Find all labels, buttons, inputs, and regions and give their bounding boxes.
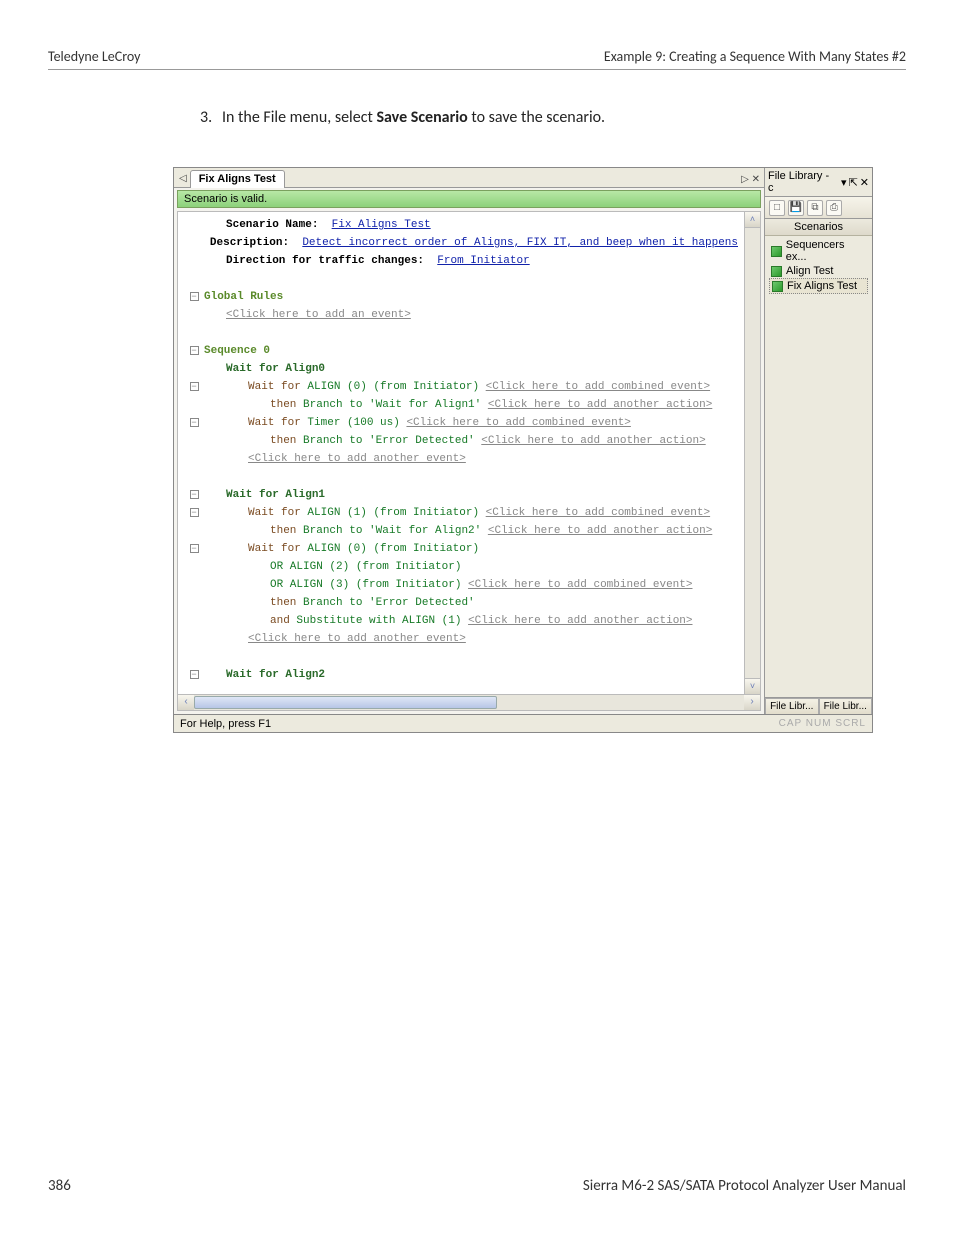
scroll-right-icon[interactable]: › bbox=[744, 695, 760, 710]
new-icon[interactable]: □ bbox=[769, 200, 785, 216]
manual-title: Sierra M6-2 SAS/SATA Protocol Analyzer U… bbox=[583, 1177, 906, 1195]
side-tab[interactable]: File Libr... bbox=[819, 698, 873, 714]
scenarios-header[interactable]: Scenarios bbox=[765, 219, 872, 236]
collapse-icon[interactable]: − bbox=[184, 666, 204, 684]
side-toolbar: □ 💾 ⧉ ⎙ bbox=[765, 197, 872, 219]
copy-icon[interactable]: ⧉ bbox=[807, 200, 823, 216]
screenshot: ◁ Fix Aligns Test ▷ ✕ Scenario is valid.… bbox=[173, 167, 873, 733]
page-header: Teledyne LeCroy Example 9: Creating a Se… bbox=[48, 48, 906, 70]
scenario-icon bbox=[772, 281, 783, 292]
scenario-editor[interactable]: Scenario Name: Fix Aligns Test Descripti… bbox=[177, 211, 745, 695]
pin-icon[interactable]: ⇱ bbox=[849, 176, 858, 189]
scroll-thumb[interactable] bbox=[194, 696, 497, 709]
dir-value[interactable]: From Initiator bbox=[437, 255, 529, 267]
instruction-step: 3. In the File menu, select Save Scenari… bbox=[200, 108, 906, 127]
step-number: 3. bbox=[200, 108, 222, 127]
desc-value[interactable]: Detect incorrect order of Aligns, FIX IT… bbox=[302, 237, 738, 249]
desc-label: Description: bbox=[210, 237, 289, 249]
scroll-up-icon[interactable]: ˄ bbox=[745, 212, 760, 228]
print-icon[interactable]: ⎙ bbox=[826, 200, 842, 216]
tab-label: Fix Aligns Test bbox=[199, 173, 276, 185]
collapse-icon[interactable]: − bbox=[184, 378, 204, 396]
collapse-icon[interactable]: − bbox=[184, 414, 204, 432]
horizontal-scrollbar[interactable]: ‹ › bbox=[177, 695, 761, 711]
vertical-scrollbar[interactable]: ˄ ˅ bbox=[745, 211, 761, 695]
side-panel-title: File Library - c bbox=[768, 170, 837, 194]
file-library-panel: File Library - c ▾ ⇱ ✕ □ 💾 ⧉ ⎙ Scenarios bbox=[764, 168, 872, 714]
scroll-left-icon[interactable]: ‹ bbox=[178, 695, 194, 710]
tab-bar: ◁ Fix Aligns Test ▷ ✕ bbox=[174, 168, 764, 188]
add-event-link[interactable]: <Click here to add an event> bbox=[226, 309, 411, 321]
tab-fix-aligns[interactable]: Fix Aligns Test bbox=[190, 170, 285, 188]
tab-prev-icon[interactable]: ◁ bbox=[176, 173, 190, 187]
side-tab[interactable]: File Libr... bbox=[765, 698, 819, 714]
page-footer: 386 Sierra M6-2 SAS/SATA Protocol Analyz… bbox=[48, 1173, 906, 1195]
tree-item-selected[interactable]: Fix Aligns Test bbox=[769, 278, 868, 294]
scenario-name[interactable]: Fix Aligns Test bbox=[332, 219, 431, 231]
scenario-icon bbox=[771, 266, 782, 277]
header-right: Example 9: Creating a Sequence With Many… bbox=[604, 48, 906, 65]
collapse-icon[interactable]: − bbox=[184, 504, 204, 522]
scroll-down-icon[interactable]: ˅ bbox=[745, 678, 760, 694]
validation-bar: Scenario is valid. bbox=[177, 190, 761, 208]
state-wait-align2: Wait for Align2 bbox=[204, 666, 325, 684]
header-left: Teledyne LeCroy bbox=[48, 48, 141, 65]
collapse-icon[interactable]: − bbox=[184, 486, 204, 504]
scenario-icon bbox=[771, 246, 782, 257]
save-icon[interactable]: 💾 bbox=[788, 200, 804, 216]
state-wait-align0: Wait for Align0 bbox=[204, 360, 325, 378]
status-indicators: CAP NUM SCRL bbox=[779, 718, 866, 729]
page-number: 386 bbox=[48, 1177, 71, 1195]
status-help: For Help, press F1 bbox=[180, 718, 271, 730]
sequence-0: Sequence 0 bbox=[204, 342, 270, 360]
tree-item[interactable]: Align Test bbox=[769, 264, 868, 278]
status-bar: For Help, press F1 CAP NUM SCRL bbox=[173, 715, 873, 733]
collapse-icon[interactable]: − bbox=[184, 342, 204, 360]
dropdown-icon[interactable]: ▾ bbox=[841, 176, 847, 189]
global-rules: Global Rules bbox=[204, 288, 283, 306]
close-icon[interactable]: ✕ bbox=[860, 176, 869, 189]
scenario-tree: Sequencers ex... Align Test Fix Aligns T… bbox=[765, 236, 872, 296]
tab-actions[interactable]: ▷ ✕ bbox=[741, 174, 764, 187]
name-label: Scenario Name: bbox=[226, 219, 318, 231]
tree-item[interactable]: Sequencers ex... bbox=[769, 238, 868, 264]
dir-label: Direction for traffic changes: bbox=[226, 255, 424, 267]
step-text: In the File menu, select Save Scenario t… bbox=[222, 108, 605, 127]
collapse-icon[interactable]: − bbox=[184, 288, 204, 306]
state-wait-align1: Wait for Align1 bbox=[204, 486, 325, 504]
collapse-icon[interactable]: − bbox=[184, 540, 204, 558]
